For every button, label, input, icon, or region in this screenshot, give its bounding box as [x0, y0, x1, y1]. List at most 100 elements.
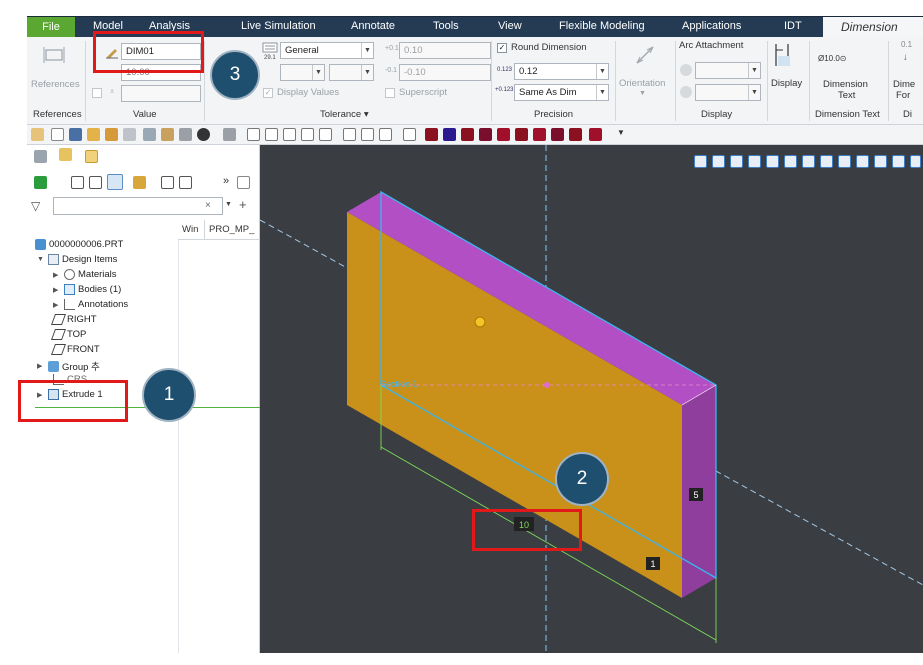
tool-icon[interactable]: [161, 128, 174, 141]
chevron-down-icon[interactable]: ▼: [596, 64, 608, 79]
undo-icon[interactable]: [123, 128, 136, 141]
tree-item-annotations[interactable]: ▶ Annotations: [53, 299, 128, 310]
orientation-icon[interactable]: [632, 43, 658, 67]
upper-tolerance-field[interactable]: 0.10: [399, 42, 491, 59]
chevron-down-icon[interactable]: ▼: [596, 85, 608, 100]
chevron-down-icon[interactable]: ▼: [361, 65, 373, 80]
tree-item-group[interactable]: ▶ Group 추: [37, 359, 100, 373]
override-value-field[interactable]: [121, 85, 201, 102]
display-style-icon[interactable]: [784, 155, 797, 168]
tree-item-bodies[interactable]: ▶ Bodies (1): [53, 284, 121, 295]
document-icon[interactable]: [237, 176, 250, 189]
perspective-icon[interactable]: [838, 155, 851, 168]
column-pro-mp[interactable]: PRO_MP_: [209, 224, 254, 235]
model-tree-icon[interactable]: [34, 150, 47, 163]
tree-item-top[interactable]: TOP: [50, 329, 86, 340]
plus-minus-icon[interactable]: [403, 128, 416, 141]
value-checkbox[interactable]: [92, 88, 102, 98]
tolerance-select-b[interactable]: ▼: [329, 64, 374, 81]
dim-height-value[interactable]: 5: [693, 490, 698, 500]
open-icon[interactable]: [87, 128, 100, 141]
menu-view[interactable]: View: [498, 20, 522, 32]
layers-icon[interactable]: [133, 176, 146, 189]
regenerate-icon[interactable]: [31, 128, 44, 141]
tree-search-input[interactable]: [53, 197, 223, 215]
menu-annotate[interactable]: Annotate: [351, 20, 395, 32]
round-dimension-checkbox[interactable]: ✓: [497, 43, 507, 53]
view-cube-icon-10[interactable]: [589, 128, 602, 141]
folder-browser-icon[interactable]: [59, 148, 72, 161]
view-cube-icon-7[interactable]: [533, 128, 546, 141]
zoom-in-icon[interactable]: [712, 155, 725, 168]
redo-icon[interactable]: [143, 128, 156, 141]
csys-marker[interactable]: [474, 316, 486, 328]
tolerance-select-a[interactable]: ▼: [280, 64, 325, 81]
decimal-places-select[interactable]: 0.12 ▼: [514, 63, 609, 80]
dimension-text-button-line1[interactable]: Dimension: [823, 79, 868, 90]
tree-columns-icon[interactable]: [71, 176, 84, 189]
sketch-icon[interactable]: [265, 128, 278, 141]
expand-icon[interactable]: ▶: [53, 271, 61, 279]
superscript-checkbox[interactable]: [385, 88, 395, 98]
expand-icon[interactable]: ▶: [53, 286, 61, 294]
menu-tools[interactable]: Tools: [433, 20, 459, 32]
spin-icon[interactable]: [892, 155, 905, 168]
datum-display-filter-icon[interactable]: [856, 155, 869, 168]
expand-icon[interactable]: ▶: [53, 301, 61, 309]
chevron-down-icon[interactable]: ▼: [312, 65, 324, 80]
menu-flexible-modeling[interactable]: Flexible Modeling: [559, 20, 645, 32]
column-win[interactable]: Win: [182, 224, 198, 235]
expand-icon[interactable]: ▶: [37, 362, 45, 370]
tree-item-materials[interactable]: ▶ Materials: [53, 269, 117, 280]
dimension-text-button-line2[interactable]: Text: [838, 90, 855, 101]
render-icon[interactable]: [179, 128, 192, 141]
model-view[interactable]: Section 1 10 1 5: [259, 145, 923, 653]
more-view-tools-icon[interactable]: [910, 155, 921, 168]
orientation-button[interactable]: Orientation: [619, 78, 665, 89]
view-cube-icon-8[interactable]: [551, 128, 564, 141]
menu-idt[interactable]: IDT: [784, 20, 802, 32]
chevron-down-icon[interactable]: ▼: [639, 90, 646, 97]
expand-panel-icon[interactable]: »: [223, 175, 229, 187]
section-icon[interactable]: [223, 128, 236, 141]
menu-file[interactable]: File: [27, 17, 75, 38]
display-button[interactable]: Display: [771, 78, 802, 89]
zoom-out-icon[interactable]: [730, 155, 743, 168]
view-cube-icon-6[interactable]: [515, 128, 528, 141]
graphics-viewport[interactable]: Section 1 10 1 5: [259, 145, 923, 653]
tree-item-part[interactable]: 0000000006.PRT: [35, 239, 123, 250]
repaint-icon[interactable]: [748, 155, 761, 168]
tab-dimension[interactable]: Dimension: [823, 17, 923, 38]
view-cube-icon-2[interactable]: [443, 128, 456, 141]
table-icon[interactable]: [319, 128, 332, 141]
chevron-down-icon[interactable]: ▼: [748, 63, 760, 78]
view-cube-icon-3[interactable]: [461, 128, 474, 141]
zoom-fit-icon[interactable]: [694, 155, 707, 168]
references-button[interactable]: References: [31, 79, 80, 90]
clear-icon[interactable]: ×: [205, 200, 211, 211]
dim-depth-value[interactable]: 1: [650, 559, 655, 569]
display-values-checkbox[interactable]: ✓: [263, 88, 273, 98]
tree-item-design-items[interactable]: ▼ Design Items: [37, 254, 117, 265]
menu-applications[interactable]: Applications: [682, 20, 741, 32]
new-file-icon[interactable]: [51, 128, 64, 141]
settings-icon[interactable]: [179, 176, 192, 189]
chevron-down-icon[interactable]: ▼: [361, 43, 373, 58]
sort-icon[interactable]: [161, 176, 174, 189]
arc-attachment-select-2[interactable]: ▼: [695, 84, 761, 101]
add-filter-icon[interactable]: +: [239, 197, 247, 212]
view-cube-icon-5[interactable]: [497, 128, 510, 141]
save-icon[interactable]: [69, 128, 82, 141]
settings-icon[interactable]: [105, 128, 118, 141]
view-cube-icon-4[interactable]: [479, 128, 492, 141]
tree-item-right[interactable]: RIGHT: [50, 314, 97, 325]
annotation-display-icon[interactable]: [874, 155, 887, 168]
angle-icon[interactable]: [301, 128, 314, 141]
dimension-format-icon[interactable]: ↓: [903, 52, 908, 63]
lower-tolerance-field[interactable]: -0.10: [399, 64, 491, 81]
appearance-icon[interactable]: [197, 128, 210, 141]
arc-attachment-select[interactable]: ▼: [695, 62, 761, 79]
view-cube-icon[interactable]: [425, 128, 438, 141]
chevron-down-icon[interactable]: ▼: [748, 85, 760, 100]
circle-icon[interactable]: [283, 128, 296, 141]
